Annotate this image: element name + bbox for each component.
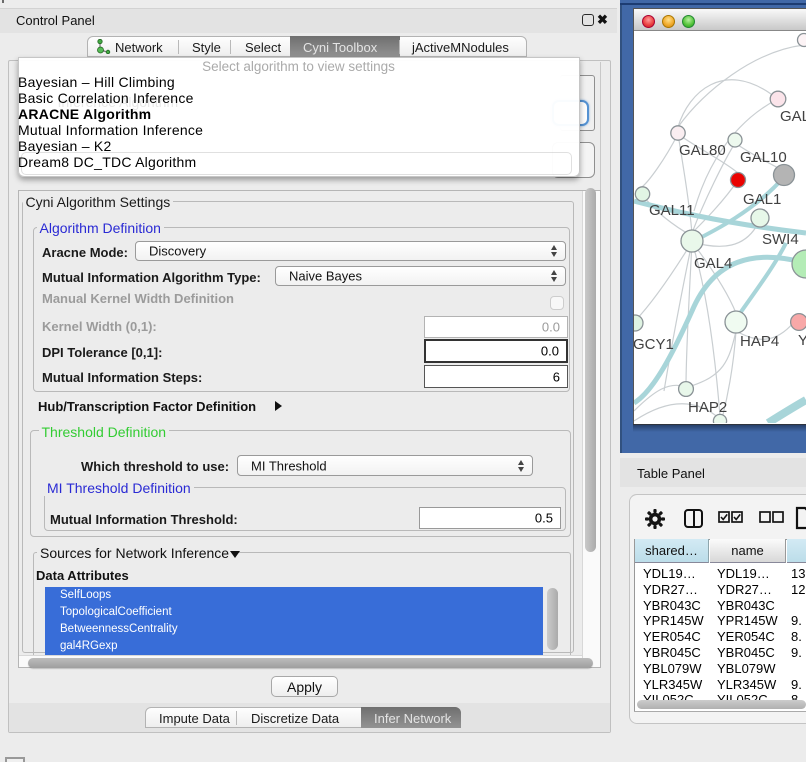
svg-text:HAP4: HAP4 [740, 333, 779, 350]
svg-text:GAL80: GAL80 [679, 142, 726, 159]
svg-text:SWI4: SWI4 [762, 231, 799, 248]
svg-text:GCY1: GCY1 [634, 336, 674, 353]
svg-text:GAL: GAL [780, 108, 806, 125]
svg-text:Y: Y [798, 332, 806, 349]
svg-text:GAL4: GAL4 [694, 255, 732, 272]
svg-text:GAL10: GAL10 [740, 149, 787, 166]
svg-text:HAP2: HAP2 [688, 399, 727, 416]
svg-text:GAL11: GAL11 [649, 202, 695, 219]
svg-text:GAL1: GAL1 [743, 191, 781, 208]
